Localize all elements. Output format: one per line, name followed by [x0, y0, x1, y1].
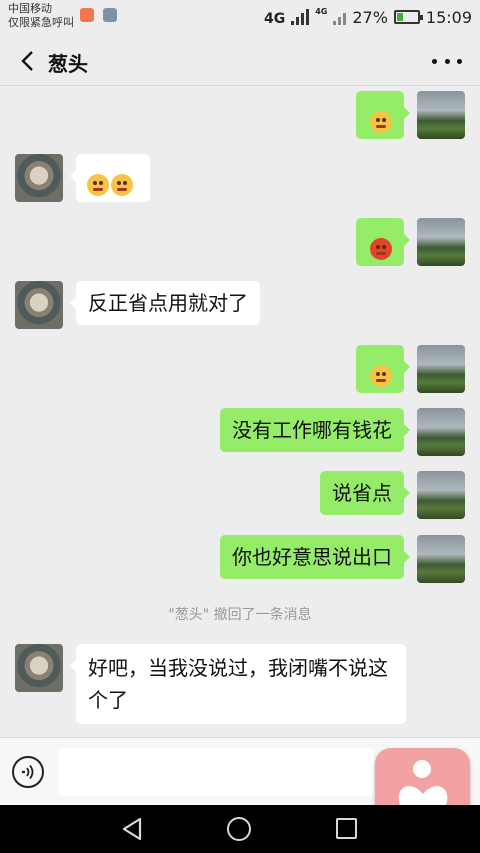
nav-recent-apps-icon[interactable]: [336, 818, 357, 839]
friend-avatar[interactable]: [15, 644, 63, 692]
message-bubble-received[interactable]: [70, 154, 150, 202]
message-bubble-sent[interactable]: [356, 91, 410, 139]
voice-wave-icon: [21, 764, 34, 780]
carrier-info: 中国移动 仅限紧急呼叫: [8, 2, 74, 30]
chat-title: 葱头: [48, 52, 88, 76]
status-bar: 中国移动 仅限紧急呼叫 4G 4G 27% 15:09: [0, 0, 480, 36]
my-avatar[interactable]: [417, 91, 465, 139]
voice-input-button[interactable]: [12, 756, 44, 788]
clock: 15:09: [425, 7, 472, 27]
network-indicator: 4G: [264, 8, 285, 27]
heart-eyes-emoji-icon: [111, 173, 133, 196]
emergency-only-text: 仅限紧急呼叫: [8, 16, 74, 29]
angry-red-emoji-icon: [370, 237, 392, 260]
gallery-notification-icon: [103, 8, 117, 22]
message-bubble-sent[interactable]: [356, 218, 410, 266]
message-input[interactable]: [58, 748, 374, 796]
message-text: 好吧，当我没说过，我闭嘴不说这个了: [88, 656, 388, 712]
message-text: 没有工作哪有钱花: [232, 418, 392, 442]
battery-percent: 27%: [352, 7, 388, 27]
message-list[interactable]: 反正省点用就对了 没有工作哪有钱花 说省点 你也好意思说出口 "葱头" 撤回了一…: [0, 87, 480, 737]
chat-header: 葱头: [0, 36, 480, 86]
message-bubble-received[interactable]: 反正省点用就对了: [70, 281, 260, 325]
more-dot-icon: [432, 58, 437, 64]
nav-back-icon[interactable]: [120, 816, 146, 842]
chevron-left-icon: [21, 51, 33, 71]
flushed-emoji-icon: [370, 110, 392, 133]
message-text: 你也好意思说出口: [232, 545, 392, 569]
my-avatar[interactable]: [417, 408, 465, 456]
friend-avatar[interactable]: [15, 281, 63, 329]
notification-app-icon: [80, 8, 94, 22]
my-avatar[interactable]: [417, 535, 465, 583]
more-dot-icon: [457, 58, 462, 64]
signal-strength-secondary-icon: [333, 9, 347, 25]
message-bubble-sent[interactable]: [356, 345, 410, 393]
battery-icon: [393, 10, 423, 24]
recall-notice: "葱头" 撤回了一条消息: [168, 607, 312, 623]
message-bubble-sent[interactable]: 你也好意思说出口: [220, 535, 410, 579]
message-text: 反正省点用就对了: [88, 291, 248, 315]
carrier-name: 中国移动: [8, 2, 52, 15]
signal-strength-icon: [291, 9, 310, 25]
network-type: 4G: [263, 10, 286, 27]
smirk-emoji-icon: [370, 364, 392, 387]
my-avatar[interactable]: [417, 471, 465, 519]
my-avatar[interactable]: [417, 218, 465, 266]
status-indicators: 4G 4G 27% 15:09: [264, 6, 472, 28]
network-type-secondary: 4G: [315, 6, 328, 16]
friend-avatar[interactable]: [15, 154, 63, 202]
system-navigation-bar: [0, 805, 480, 853]
heart-head-dot: [413, 760, 431, 778]
back-button[interactable]: [12, 46, 42, 76]
more-dot-icon: [444, 58, 450, 64]
more-options-button[interactable]: [432, 50, 462, 72]
my-avatar[interactable]: [417, 345, 465, 393]
heart-eyes-emoji-icon: [87, 173, 109, 196]
chat-screen: 中国移动 仅限紧急呼叫 4G 4G 27% 15:09 葱头 反正省点用就对了 …: [0, 0, 480, 853]
message-bubble-sent[interactable]: 说省点: [320, 471, 410, 515]
message-text: 说省点: [332, 481, 392, 505]
message-bubble-sent[interactable]: 没有工作哪有钱花: [220, 408, 410, 452]
message-bubble-received[interactable]: 好吧，当我没说过，我闭嘴不说这个了: [70, 644, 406, 724]
nav-home-icon[interactable]: [227, 817, 251, 841]
battery-level: [396, 13, 403, 21]
